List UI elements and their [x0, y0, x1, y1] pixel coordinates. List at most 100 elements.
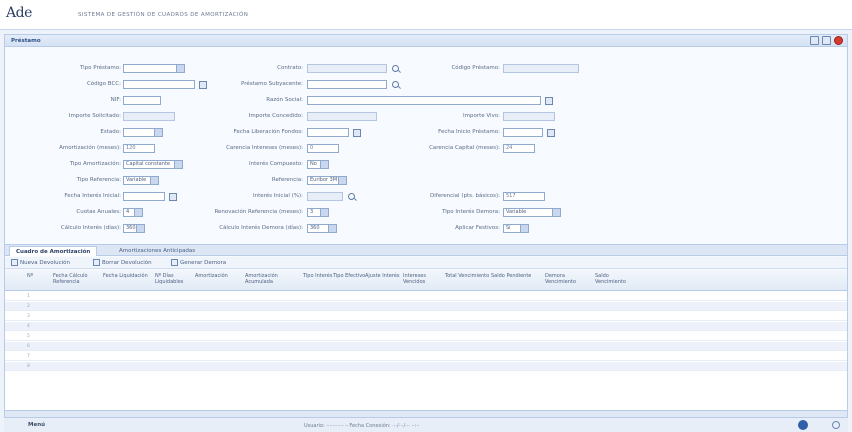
column-header[interactable]: Saldo Vencimiento — [595, 273, 641, 285]
table-row[interactable]: 5 — [5, 332, 847, 341]
contrato-field[interactable] — [307, 64, 387, 73]
subyacente-lookup-icon[interactable] — [392, 81, 399, 88]
tipo-referencia-select[interactable]: Variable — [123, 176, 159, 185]
fecha-inicio-field[interactable] — [503, 128, 543, 137]
codigo-bcc-label: Código BCC: — [86, 81, 121, 87]
export-icon[interactable] — [822, 36, 831, 45]
referencia-select[interactable]: Euribor 3M — [307, 176, 347, 185]
aplicar-festivos-select[interactable]: Sí — [503, 224, 529, 233]
table-cell: 7 — [27, 354, 30, 359]
column-header[interactable]: Ajuste Interés — [365, 273, 400, 279]
importe-solicitado-field[interactable] — [123, 112, 175, 121]
help-icon[interactable] — [798, 420, 808, 430]
contrato-label: Contrato: — [277, 65, 303, 71]
column-header[interactable]: Fecha Liquidación — [103, 273, 148, 279]
panel-tools — [810, 36, 843, 45]
table-row[interactable]: 3 — [5, 312, 847, 321]
calculo-interes-demora-select[interactable]: 360 — [307, 224, 337, 233]
table-cell: 1 — [27, 294, 30, 299]
new-devolution-button[interactable]: Nueva Devolución — [11, 259, 70, 267]
table-row[interactable]: 7 — [5, 352, 847, 361]
interes-inicial-lookup-icon[interactable] — [348, 193, 355, 200]
calculo-interes-select[interactable]: 360 — [123, 224, 145, 233]
print-icon[interactable] — [810, 36, 819, 45]
contrato-lookup-icon[interactable] — [392, 65, 399, 72]
interes-compuesto-select[interactable]: No — [307, 160, 329, 169]
table-cell: 6 — [27, 344, 30, 349]
top-bar: Ade SISTEMA DE GESTIÓN DE CUADROS DE AMO… — [0, 0, 852, 30]
table-row[interactable]: 8 — [5, 362, 847, 371]
exit-icon[interactable] — [832, 421, 840, 429]
grid-toolbar: Nueva Devolución Borrar Devolución Gener… — [5, 257, 847, 269]
tipo-prestamo-select[interactable] — [123, 64, 185, 73]
importe-solicitado-label: Importe Solicitado: — [68, 113, 121, 119]
estado-label: Estado: — [100, 129, 121, 135]
column-header[interactable]: Amortización Acumulada — [245, 273, 291, 285]
table-row[interactable]: 2 — [5, 302, 847, 311]
column-header[interactable]: Tipo Efectivo — [333, 273, 365, 279]
new-devolution-label: Nueva Devolución — [20, 260, 71, 266]
nif-label: NIF: — [110, 97, 121, 103]
delete-devolution-button[interactable]: Borrar Devolución — [93, 259, 152, 267]
importe-concedido-label: Importe Concedido: — [248, 113, 303, 119]
interes-inicial-label: Interés Inicial (%): — [253, 193, 303, 199]
fecha-interes-inicial-calendar-icon[interactable] — [169, 193, 177, 201]
fecha-interes-inicial-field[interactable] — [123, 192, 165, 201]
table-cell: 2 — [27, 304, 30, 309]
tipo-interes-demora-select[interactable]: Variable — [503, 208, 561, 217]
tab-cuadro-amortizacion[interactable]: Cuadro de Amortización — [9, 246, 98, 256]
importe-vivo-field[interactable] — [503, 112, 555, 121]
diferencial-label: Diferencial (pts. básicos): — [430, 193, 500, 199]
interes-inicial-field[interactable] — [307, 192, 343, 201]
column-header[interactable]: Fecha Cálculo Referencia — [53, 273, 99, 285]
table-cell: 4 — [27, 324, 30, 329]
carencia-intereses-label: Carencia Intereses (meses): — [226, 145, 303, 151]
importe-concedido-field[interactable] — [307, 112, 377, 121]
cuotas-anuales-select[interactable]: 4 — [123, 208, 143, 217]
amortizacion-meses-field[interactable]: 120 — [123, 144, 155, 153]
codigo-prestamo-field[interactable] — [503, 64, 579, 73]
codigo-bcc-field[interactable] — [123, 80, 195, 89]
fecha-inicio-calendar-icon[interactable] — [547, 129, 555, 137]
user-info: Usuario: ··········· – Fecha Conexión: ·… — [304, 423, 420, 429]
importe-vivo-label: Importe Vivo: — [462, 113, 500, 119]
panel-title: Préstamo — [11, 38, 41, 44]
cuotas-anuales-label: Cuotas Anuales: — [76, 209, 121, 215]
generate-demora-button[interactable]: Generar Demora — [171, 259, 226, 267]
column-header[interactable]: Intereses Vencidos — [403, 273, 449, 285]
column-header[interactable]: Total Vencimiento — [445, 273, 489, 279]
fecha-liberacion-calendar-icon[interactable] — [353, 129, 361, 137]
tab-amortizaciones-anticipadas[interactable]: Amortizaciones Anticipadas — [113, 246, 201, 256]
renovacion-referencia-select[interactable]: 3 — [307, 208, 329, 217]
column-header[interactable]: Tipo Interés — [303, 273, 332, 279]
estado-select[interactable] — [123, 128, 163, 137]
column-header[interactable]: Nº — [27, 273, 33, 279]
generate-demora-label: Generar Demora — [180, 260, 227, 266]
close-icon[interactable] — [834, 36, 843, 45]
column-header[interactable]: Amortización — [195, 273, 228, 279]
aplicar-festivos-label: Aplicar Festivos: — [455, 225, 500, 231]
tipo-amortizacion-select[interactable]: Capital constante — [123, 160, 183, 169]
table-cell: 8 — [27, 364, 30, 369]
nif-field[interactable] — [123, 96, 161, 105]
menu-button[interactable]: Menú — [28, 422, 45, 428]
table-row[interactable]: 4 — [5, 322, 847, 331]
carencia-intereses-field[interactable]: 0 — [307, 144, 339, 153]
table-row[interactable]: 1 — [5, 292, 847, 301]
carencia-capital-field[interactable]: 24 — [503, 144, 535, 153]
column-header[interactable]: Demora Vencimiento — [545, 273, 591, 285]
column-header[interactable]: Saldo Pendiente — [491, 273, 531, 279]
razon-social-lookup-icon[interactable] — [545, 97, 553, 105]
razon-social-field[interactable] — [307, 96, 541, 105]
fecha-liberacion-label: Fecha Liberación Fondos: — [233, 129, 303, 135]
grid-header: Nº Fecha Cálculo Referencia Fecha Liquidac… — [5, 270, 847, 291]
table-cell: 3 — [27, 314, 30, 319]
bcc-lookup-icon[interactable] — [199, 81, 207, 89]
tipo-interes-demora-label: Tipo Interés Demora: — [442, 209, 500, 215]
diferencial-field[interactable]: 517 — [503, 192, 545, 201]
table-cell: 5 — [27, 334, 30, 339]
table-row[interactable]: 6 — [5, 342, 847, 351]
amortizacion-meses-label: Amortización (meses): — [59, 145, 121, 151]
fecha-liberacion-field[interactable] — [307, 128, 349, 137]
prestamo-subyacente-field[interactable] — [307, 80, 387, 89]
